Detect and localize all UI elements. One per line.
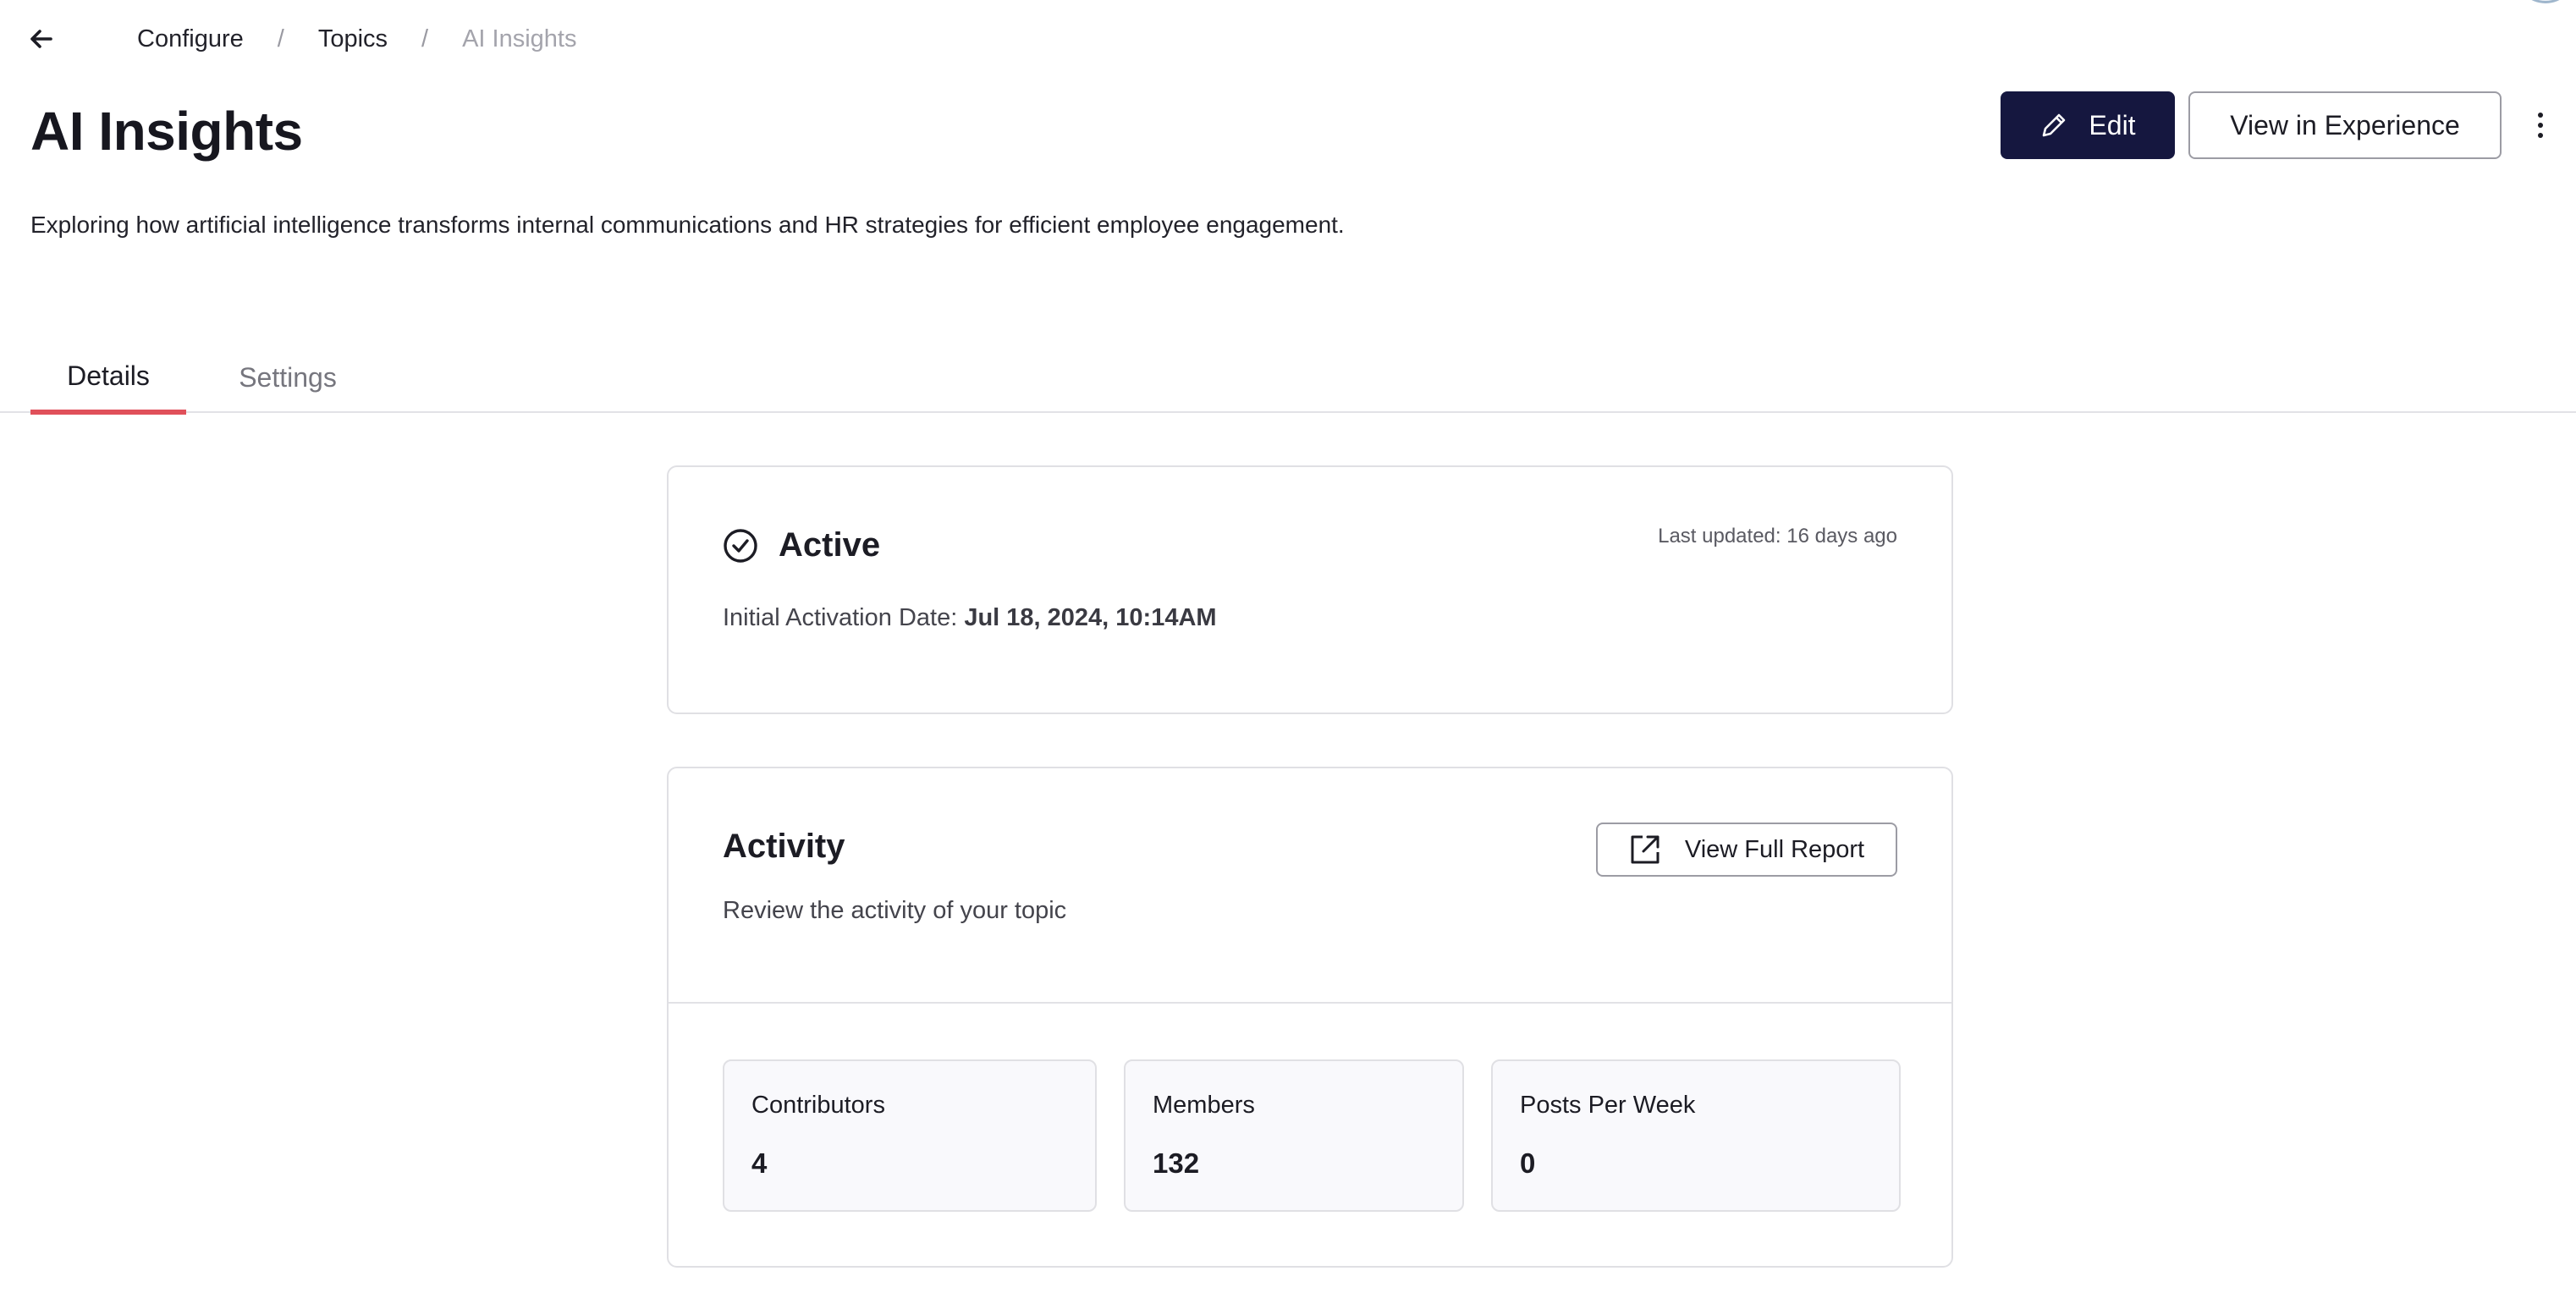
activation-label: Initial Activation Date: [723,604,965,631]
breadcrumb-separator: / [421,25,429,52]
stat-members: Members 132 [1124,1059,1464,1212]
stat-value: 132 [1153,1147,1200,1179]
activity-card: Activity Review the activity of your top… [667,767,1953,1268]
kebab-icon [2538,113,2543,118]
activity-title: Activity [723,828,845,865]
tab-details[interactable]: Details [30,342,186,415]
stat-value: 0 [1520,1147,1536,1179]
stat-label: Posts Per Week [1520,1092,1696,1119]
last-updated: Last updated: 16 days ago [1658,525,1897,547]
breadcrumb-configure[interactable]: Configure [137,25,244,53]
stat-label: Members [1153,1092,1255,1119]
activation-date: Initial Activation Date: Jul 18, 2024, 1… [723,604,1217,632]
edit-button-label: Edit [2089,109,2136,140]
back-button[interactable] [30,19,85,59]
topic-description: Exploring how artificial intelligence tr… [30,212,1345,238]
avatar[interactable] [2515,0,2576,3]
pencil-icon [2043,113,2066,137]
breadcrumb-topics[interactable]: Topics [318,25,388,53]
tab-bar: Details Settings [0,342,2576,415]
view-full-report-label: View Full Report [1684,835,1865,863]
breadcrumb-separator: / [277,25,284,52]
activation-value: Jul 18, 2024, 10:14AM [964,604,1217,631]
stat-value: 4 [751,1147,768,1179]
page-title: AI Insights [30,101,303,162]
activity-subtitle: Review the activity of your topic [723,897,1067,924]
external-link-icon [1631,835,1660,864]
kebab-icon-dot [2538,123,2543,128]
status-card: Active Last updated: 16 days ago Initial… [667,465,1953,714]
header-actions: Edit View in Experience [2001,91,2549,159]
edit-button[interactable]: Edit [2001,91,2175,159]
stat-label: Contributors [751,1092,885,1119]
view-in-experience-button[interactable]: View in Experience [2188,91,2502,159]
arrow-left-icon [30,30,52,48]
breadcrumb: Configure / Topics / AI Insights [30,19,576,59]
status-row: Active [723,526,880,564]
stat-contributors: Contributors 4 [723,1059,1097,1212]
check-circle-icon [724,528,757,563]
view-full-report-button[interactable]: View Full Report [1596,823,1897,877]
tab-settings[interactable]: Settings [203,342,372,413]
view-in-experience-label: View in Experience [2230,109,2460,140]
stat-posts-per-week: Posts Per Week 0 [1491,1059,1901,1212]
more-options-button[interactable] [2532,105,2549,146]
breadcrumb-current: AI Insights [462,25,577,52]
divider [669,1002,1951,1004]
status-title: Active [779,526,881,564]
kebab-icon-dot [2538,133,2543,138]
